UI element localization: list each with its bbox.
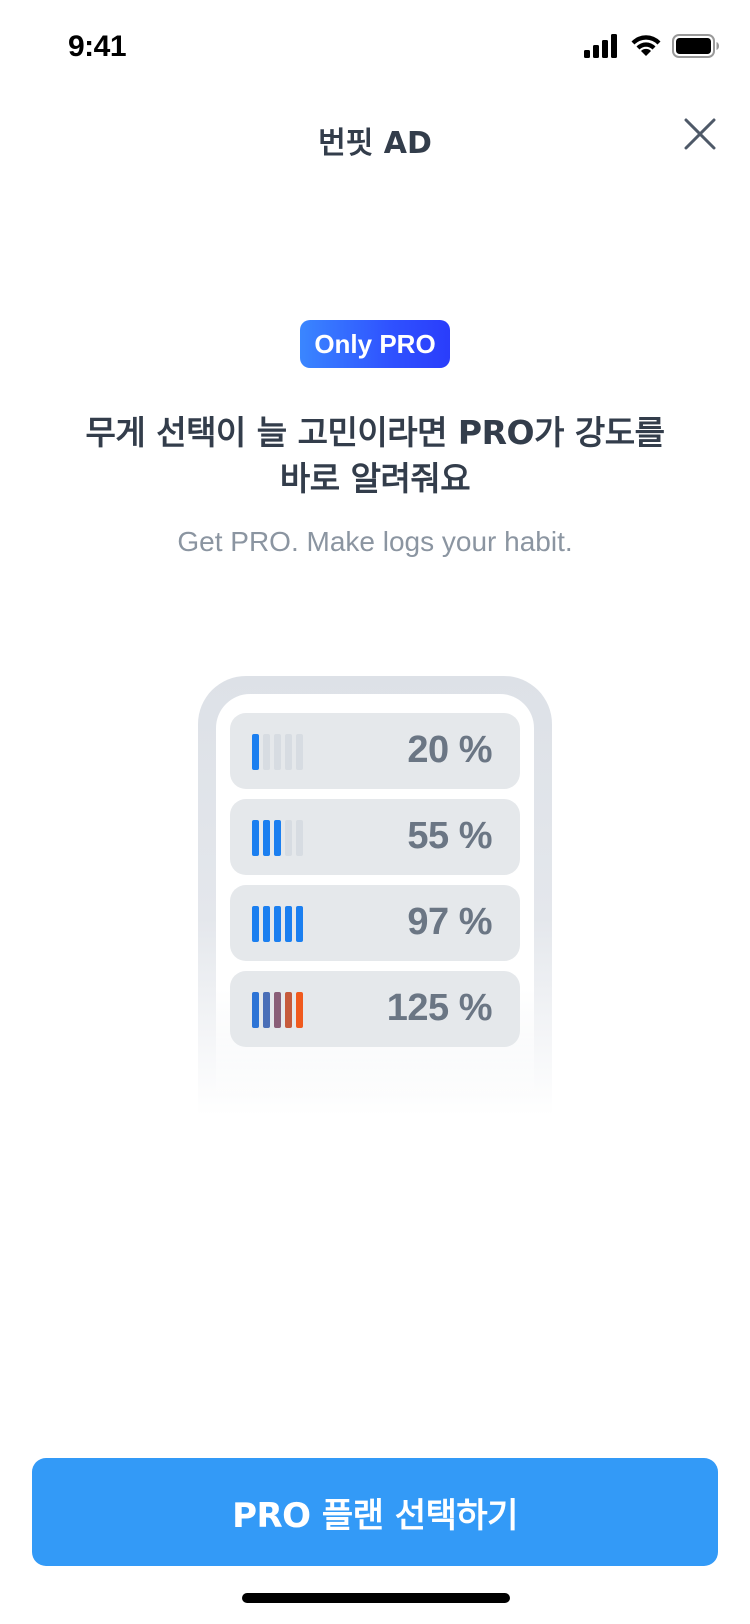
intensity-bar-empty	[285, 734, 292, 770]
intensity-bar-filled	[274, 992, 281, 1028]
phone-illustration: 20 % 55 % 97 % 125 %	[198, 676, 552, 1116]
intensity-row: 20 %	[230, 713, 520, 789]
intensity-bar-empty	[296, 820, 303, 856]
intensity-percent: 20 %	[407, 729, 492, 771]
subtitle: Get PRO. Make logs your habit.	[177, 526, 573, 557]
status-bar: 9:41	[0, 0, 750, 94]
intensity-bar-filled	[252, 820, 259, 856]
intensity-bar-filled	[296, 906, 303, 942]
intensity-percent: 55 %	[407, 815, 492, 857]
intensity-bar-filled	[263, 820, 270, 856]
intensity-bar-filled	[263, 992, 270, 1028]
intensity-row: 55 %	[230, 799, 520, 875]
headline: 무게 선택이 늘 고민이라면 PRO가 강도를 바로 알려줘요	[40, 410, 710, 502]
intensity-bars	[252, 992, 303, 1028]
intensity-row: 125 %	[230, 971, 520, 1047]
intensity-percent: 97 %	[407, 901, 492, 943]
headline-line-1: 무게 선택이 늘 고민이라면 PRO가 강도를	[85, 413, 666, 452]
intensity-bars	[252, 906, 303, 942]
intensity-bar-filled	[274, 906, 281, 942]
intensity-bar-filled	[285, 992, 292, 1028]
status-icons	[584, 34, 720, 62]
page-title: 번핏 AD	[318, 126, 432, 161]
intensity-list: 20 % 55 % 97 % 125 %	[230, 713, 520, 1057]
intensity-bar-filled	[296, 992, 303, 1028]
headline-line-2: 바로 알려줘요	[279, 459, 471, 498]
close-icon[interactable]	[683, 117, 717, 155]
only-pro-badge: Only PRO	[300, 320, 450, 368]
intensity-bar-filled	[252, 734, 259, 770]
intensity-bars	[252, 734, 303, 770]
intensity-bars	[252, 820, 303, 856]
header: 번핏 AD	[0, 94, 750, 182]
select-pro-plan-button[interactable]: PRO 플랜 선택하기	[32, 1458, 718, 1566]
intensity-bar-empty	[285, 820, 292, 856]
intensity-bar-filled	[263, 906, 270, 942]
intensity-bar-filled	[274, 820, 281, 856]
battery-icon	[672, 34, 720, 62]
intensity-bar-empty	[296, 734, 303, 770]
intensity-bar-filled	[252, 992, 259, 1028]
intensity-bar-filled	[285, 906, 292, 942]
close-button[interactable]	[676, 112, 724, 160]
intensity-bar-empty	[263, 734, 270, 770]
wifi-icon	[630, 34, 662, 62]
status-time: 9:41	[68, 30, 127, 63]
intensity-bar-empty	[274, 734, 281, 770]
home-indicator	[242, 1593, 510, 1603]
intensity-row: 97 %	[230, 885, 520, 961]
intensity-percent: 125 %	[386, 987, 493, 1029]
cellular-signal-icon	[584, 34, 620, 62]
intensity-bar-filled	[252, 906, 259, 942]
